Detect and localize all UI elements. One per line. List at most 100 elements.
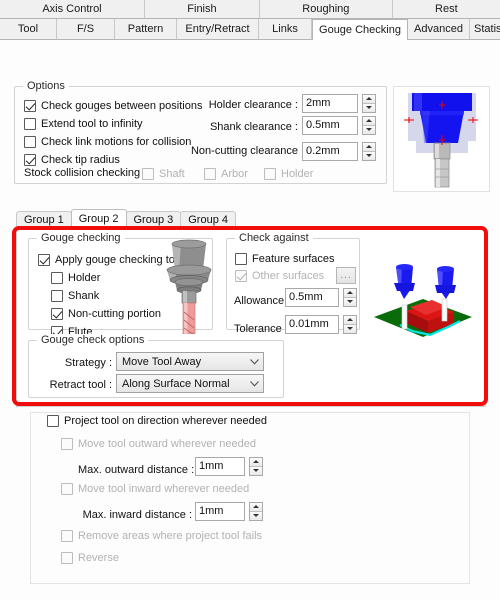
checkbox-label: Shank	[68, 289, 100, 302]
checkbox-box[interactable]	[24, 117, 36, 130]
tab-roughing[interactable]: Roughing	[259, 0, 393, 18]
spinner-up[interactable]	[250, 458, 262, 467]
spinner-down[interactable]	[363, 125, 375, 134]
strategy-dropdown[interactable]: Move Tool Away	[116, 352, 264, 371]
checkbox-box[interactable]	[24, 99, 36, 112]
gouge-checking-title: Gouge checking	[37, 232, 125, 244]
holder-clearance-input[interactable]: 2mm	[302, 94, 358, 113]
checkbox-stock-shaft: Shaft	[142, 166, 185, 181]
non-cutting-clearance-spinner[interactable]	[362, 142, 376, 161]
shank-clearance-spinner[interactable]	[362, 116, 376, 135]
shank-clearance-input[interactable]: 0.5mm	[302, 116, 358, 135]
checkbox-box[interactable]	[24, 153, 36, 166]
max-outward-distance-input[interactable]: 1mm	[195, 457, 245, 476]
tab-rest[interactable]: Rest	[392, 0, 500, 18]
tab-statistics[interactable]: Statistics	[470, 19, 500, 39]
chevron-down-icon	[245, 358, 263, 365]
retract-tool-label: Retract tool :	[49, 379, 112, 391]
max-outward-distance-spinner[interactable]	[249, 457, 263, 476]
retract-tool-dropdown[interactable]: Along Surface Normal	[116, 374, 264, 393]
checkbox-box	[142, 167, 154, 180]
group-tab-1[interactable]: Group 1	[16, 211, 72, 228]
checkbox-check-link-motions-for-collision[interactable]: Check link motions for collision	[24, 134, 191, 149]
spinner-down[interactable]	[344, 297, 356, 306]
checkbox-gouge-shank[interactable]: Shank	[51, 288, 99, 303]
checkbox-label: Project tool on direction wherever neede…	[64, 414, 268, 427]
checkbox-label: Check gouges between positions	[41, 99, 203, 112]
tab-links[interactable]: Links	[259, 19, 312, 39]
retract-tool-value: Along Surface Normal	[122, 377, 230, 390]
checkbox-label: Non-cutting portion	[68, 307, 161, 320]
checkbox-reverse: Reverse	[61, 550, 119, 565]
secondary-tab-strip[interactable]: Tool F/S Pattern Entry/Retract Links Gou…	[0, 19, 500, 40]
spinner-down[interactable]	[363, 151, 375, 160]
checkbox-box	[61, 482, 73, 495]
checkbox-box[interactable]	[47, 414, 59, 427]
other-surfaces-browse-button[interactable]: ...	[336, 267, 356, 284]
checkbox-box	[61, 437, 73, 450]
checkbox-box[interactable]	[51, 307, 63, 320]
max-inward-distance-label: Max. inward distance :	[82, 509, 192, 521]
holder-clearance-spinner[interactable]	[362, 94, 376, 113]
checkbox-box[interactable]	[38, 253, 50, 266]
checkbox-stock-holder: Holder	[264, 166, 313, 181]
spinner-down[interactable]	[250, 466, 262, 475]
gouge-check-scene-3d-graphic	[368, 255, 478, 343]
checkbox-move-tool-inward: Move tool inward wherever needed	[61, 481, 249, 496]
tab-advanced[interactable]: Advanced	[408, 19, 470, 39]
tab-gouge-checking[interactable]: Gouge Checking	[312, 19, 408, 40]
checkbox-label: Holder	[68, 271, 101, 284]
checkbox-box[interactable]	[51, 289, 63, 302]
spinner-up[interactable]	[344, 316, 356, 325]
checkbox-label: Holder	[281, 167, 314, 180]
chevron-down-icon	[245, 380, 263, 387]
checkbox-gouge-holder[interactable]: Holder	[51, 270, 100, 285]
spinner-down[interactable]	[250, 511, 262, 520]
checkbox-feature-surfaces[interactable]: Feature surfaces	[235, 251, 335, 266]
checkbox-check-gouges-between-positions[interactable]: Check gouges between positions	[24, 98, 202, 113]
checkbox-box[interactable]	[24, 135, 36, 148]
tab-fs[interactable]: F/S	[57, 19, 115, 39]
checkbox-label: Feature surfaces	[252, 252, 335, 265]
spinner-down[interactable]	[363, 103, 375, 112]
checkbox-gouge-non-cutting-portion[interactable]: Non-cutting portion	[51, 306, 161, 321]
tab-finish[interactable]: Finish	[144, 0, 260, 18]
spinner-up[interactable]	[363, 143, 375, 152]
checkbox-check-tip-radius[interactable]: Check tip radius	[24, 152, 120, 167]
checkbox-project-tool-on-direction[interactable]: Project tool on direction wherever neede…	[47, 413, 267, 428]
shank-clearance-label: Shank clearance :	[209, 121, 298, 133]
tab-axis-control[interactable]: Axis Control	[0, 0, 145, 18]
spinner-up[interactable]	[250, 503, 262, 512]
allowance-spinner[interactable]	[343, 288, 357, 307]
tolerance-label: Tolerance :	[234, 323, 288, 335]
checkbox-stock-arbor: Arbor	[204, 166, 248, 181]
non-cutting-clearance-input[interactable]: 0.2mm	[302, 142, 358, 161]
group-tab-2[interactable]: Group 2	[70, 209, 127, 228]
options-title: Options	[23, 80, 69, 92]
tab-pattern[interactable]: Pattern	[115, 19, 177, 39]
spinner-up[interactable]	[344, 289, 356, 298]
checkbox-label: Extend tool to infinity	[41, 117, 143, 130]
tolerance-spinner[interactable]	[343, 315, 357, 334]
tab-entry-retract[interactable]: Entry/Retract	[177, 19, 259, 39]
primary-tab-strip[interactable]: Axis Control Finish Roughing Rest	[0, 0, 500, 19]
gouge-checking-page: Options Check gouges between positions E…	[0, 40, 500, 599]
holder-clearance-3d-graphic	[394, 87, 489, 191]
spinner-up[interactable]	[363, 117, 375, 126]
spinner-down[interactable]	[344, 324, 356, 333]
max-inward-distance-input[interactable]: 1mm	[195, 502, 245, 521]
group-tab-4[interactable]: Group 4	[180, 211, 236, 228]
gouge-check-scene-preview	[368, 255, 478, 343]
checkbox-label: Move tool outward wherever needed	[78, 437, 256, 450]
max-inward-distance-spinner[interactable]	[249, 502, 263, 521]
tab-tool[interactable]: Tool	[0, 19, 57, 39]
tolerance-input[interactable]: 0.01mm	[285, 315, 339, 334]
checkbox-extend-tool-to-infinity[interactable]: Extend tool to infinity	[24, 116, 143, 131]
checkbox-box[interactable]	[235, 252, 247, 265]
tool-assembly-3d-graphic	[166, 239, 212, 334]
allowance-input[interactable]: 0.5mm	[285, 288, 339, 307]
group-tab-3[interactable]: Group 3	[125, 211, 182, 228]
spinner-up[interactable]	[363, 95, 375, 104]
group-tab-strip[interactable]: Group 1 Group 2 Group 3 Group 4	[16, 209, 236, 228]
checkbox-box[interactable]	[51, 271, 63, 284]
